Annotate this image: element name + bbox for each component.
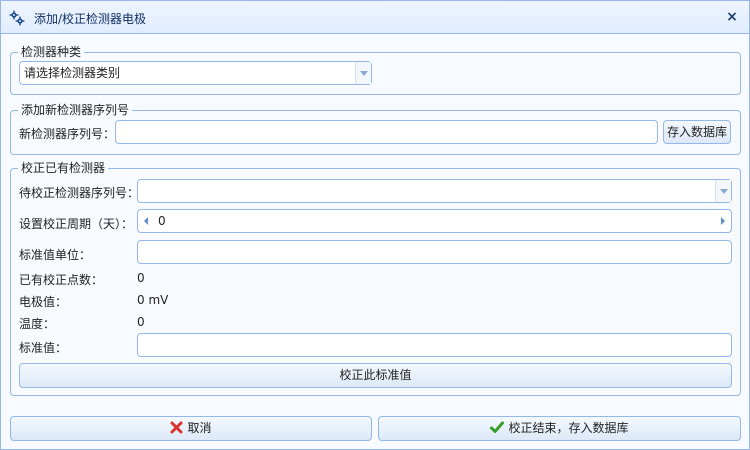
spin-decrease-icon[interactable]	[144, 217, 148, 225]
fieldset-calibrate: 校正已有检测器 待校正检测器序列号： 设置校正周期（天）： 0 标准值单位： 已…	[10, 161, 741, 396]
dialog-window: 添加/校正检测器电极 × 检测器种类 请选择检测器类别 添加新检测器序列号 新检…	[0, 0, 750, 450]
fieldset-detector-type: 检测器种类 请选择检测器类别	[10, 45, 741, 95]
new-serial-input[interactable]	[115, 120, 658, 144]
temperature-label: 温度：	[19, 317, 56, 331]
std-unit-input[interactable]	[137, 240, 732, 264]
finish-save-button-label: 校正结束，存入数据库	[508, 421, 629, 435]
std-value-input[interactable]	[137, 333, 732, 357]
cancel-icon	[170, 421, 183, 434]
fieldset-legend-detector-type: 检测器种类	[18, 45, 85, 59]
gear-icon	[9, 10, 25, 26]
save-to-database-button[interactable]: 存入数据库	[663, 120, 731, 144]
detector-type-select-value: 请选择检测器类别	[24, 66, 121, 80]
spin-increase-icon[interactable]	[721, 217, 725, 225]
calibrate-standard-button[interactable]: 校正此标准值	[19, 363, 732, 388]
std-value-label: 标准值：	[19, 341, 68, 355]
pending-serial-select[interactable]	[137, 179, 732, 203]
electrode-value: 0 mV	[137, 293, 169, 307]
detector-type-select[interactable]: 请选择检测器类别	[19, 61, 372, 85]
points-value: 0	[137, 271, 145, 285]
std-unit-label: 标准值单位：	[19, 248, 92, 262]
points-label: 已有校正点数：	[19, 273, 104, 287]
electrode-label: 电极值：	[19, 295, 68, 309]
temperature-value: 0	[137, 315, 145, 329]
finish-save-button[interactable]: 校正结束，存入数据库	[378, 416, 741, 441]
fieldset-add-serial: 添加新检测器序列号 新检测器序列号： 存入数据库	[10, 103, 741, 155]
close-icon[interactable]: ×	[725, 9, 739, 25]
period-spinner[interactable]: 0	[137, 209, 732, 233]
checkmark-icon	[490, 421, 505, 433]
pending-serial-label: 待校正检测器序列号：	[19, 186, 140, 200]
new-serial-label: 新检测器序列号：	[19, 127, 116, 141]
dialog-titlebar[interactable]: 添加/校正检测器电极 ×	[1, 1, 749, 34]
cancel-button-label: 取消	[187, 421, 212, 435]
period-value: 0	[158, 214, 166, 228]
chevron-down-icon[interactable]	[715, 180, 731, 202]
period-label: 设置校正周期（天）：	[19, 217, 134, 231]
fieldset-legend-calibrate: 校正已有检测器	[18, 161, 109, 175]
fieldset-legend-add-serial: 添加新检测器序列号	[18, 103, 133, 117]
cancel-button[interactable]: 取消	[10, 416, 372, 441]
chevron-down-icon[interactable]	[355, 62, 371, 84]
dialog-title: 添加/校正检测器电极	[34, 12, 147, 26]
